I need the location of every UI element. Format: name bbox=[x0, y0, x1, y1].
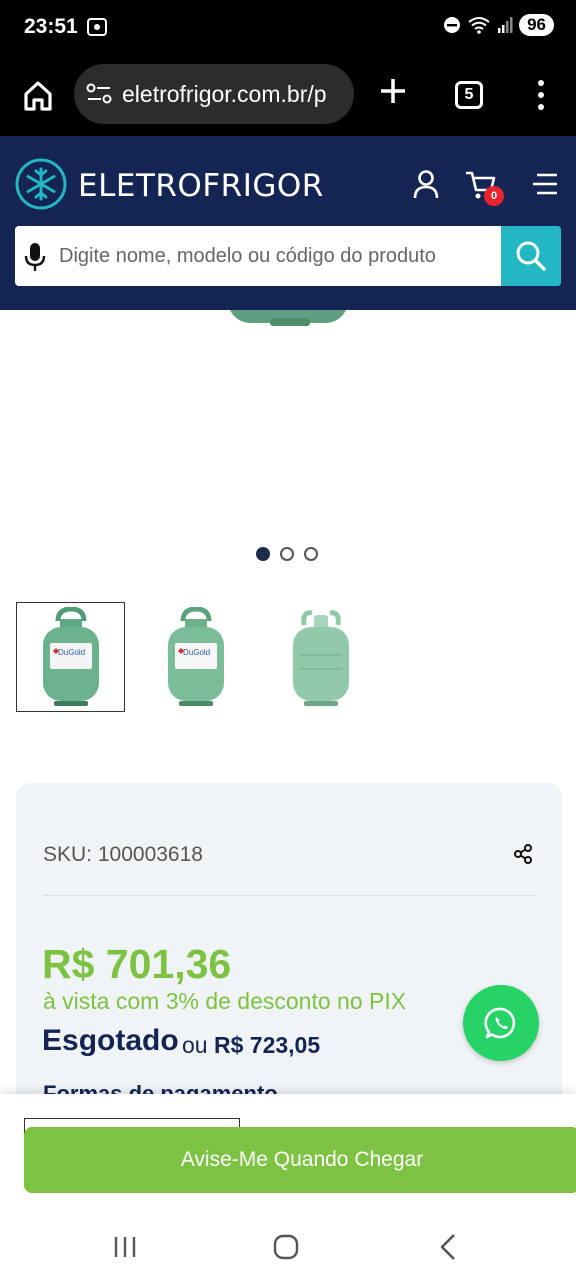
whatsapp-button[interactable] bbox=[463, 985, 539, 1061]
site-logo-text[interactable]: ELETROFRIGOR bbox=[78, 168, 324, 204]
address-bar[interactable]: eletrofrigor.com.br/p bbox=[74, 64, 354, 124]
whatsapp-icon bbox=[484, 1007, 516, 1039]
regular-price-prefix: ou bbox=[182, 1032, 214, 1058]
home-nav-icon[interactable] bbox=[272, 1233, 300, 1261]
system-navigation-bar bbox=[0, 1214, 576, 1280]
user-account-icon[interactable] bbox=[412, 168, 440, 200]
home-icon[interactable] bbox=[18, 76, 58, 116]
wifi-icon bbox=[468, 17, 490, 34]
regular-price-value: R$ 723,05 bbox=[213, 1032, 321, 1058]
thumbnail-2[interactable]: DuGold bbox=[141, 602, 250, 712]
product-main-image[interactable] bbox=[230, 310, 346, 326]
recent-apps-icon[interactable] bbox=[112, 1234, 138, 1260]
gas-cylinder-thumbnail: DuGold bbox=[167, 607, 224, 706]
hamburger-menu-icon[interactable] bbox=[532, 172, 558, 196]
dnd-icon bbox=[444, 17, 461, 33]
product-sku: SKU: 100003618 bbox=[43, 843, 203, 866]
thumbnail-3[interactable] bbox=[266, 602, 375, 712]
search-button[interactable] bbox=[501, 226, 561, 286]
status-bar: 23:51 96 bbox=[0, 0, 576, 56]
sticky-action-bar: Avise-Me Quando Chegar bbox=[0, 1094, 576, 1214]
carousel-dot-1[interactable] bbox=[256, 547, 270, 561]
microphone-icon[interactable] bbox=[23, 242, 47, 272]
product-info-card: SKU: 100003618 R$ 701,36 à vista com 3% … bbox=[16, 783, 562, 1113]
regular-price: ou R$ 723,05 bbox=[182, 1032, 320, 1059]
divider bbox=[43, 895, 535, 896]
site-header: ELETROFRIGOR 0 bbox=[0, 136, 576, 310]
status-icons: 96 bbox=[443, 14, 554, 36]
back-icon[interactable] bbox=[436, 1232, 460, 1262]
pix-price: R$ 701,36 bbox=[42, 941, 232, 987]
screen-record-icon bbox=[87, 18, 107, 36]
out-of-stock-label: Esgotado bbox=[42, 1024, 179, 1057]
notify-when-available-button[interactable]: Avise-Me Quando Chegar bbox=[24, 1127, 576, 1193]
browser-toolbar: eletrofrigor.com.br/p 5 bbox=[0, 56, 576, 136]
search-bar bbox=[15, 226, 561, 286]
battery-level: 96 bbox=[519, 14, 554, 36]
cart-count-badge: 0 bbox=[484, 186, 504, 206]
thumbnail-brand-label: DuGold bbox=[183, 648, 210, 657]
tab-switcher-button[interactable]: 5 bbox=[455, 81, 483, 109]
url-text: eletrofrigor.com.br/p bbox=[122, 81, 327, 107]
search-input[interactable] bbox=[59, 226, 499, 286]
share-icon[interactable] bbox=[512, 843, 534, 865]
pix-discount-note: à vista com 3% de desconto no PIX bbox=[43, 988, 407, 1014]
signal-icon bbox=[498, 17, 513, 33]
gas-cylinder-thumbnail: DuGold bbox=[42, 607, 99, 706]
carousel-dot-3[interactable] bbox=[304, 547, 318, 561]
thumbnail-1[interactable]: DuGold bbox=[16, 602, 125, 712]
snowflake-logo-icon[interactable] bbox=[15, 158, 67, 210]
new-tab-icon[interactable] bbox=[376, 74, 410, 108]
gas-cylinder-thumbnail bbox=[292, 610, 349, 706]
carousel-dot-2[interactable] bbox=[280, 547, 294, 561]
search-icon bbox=[516, 241, 546, 271]
thumbnail-brand-label: DuGold bbox=[58, 648, 85, 657]
image-thumbnails: DuGold DuGold bbox=[16, 602, 391, 712]
more-options-icon[interactable] bbox=[532, 78, 550, 112]
site-settings-icon[interactable] bbox=[86, 82, 112, 106]
image-carousel-dots bbox=[256, 547, 318, 561]
status-time: 23:51 bbox=[24, 15, 78, 38]
